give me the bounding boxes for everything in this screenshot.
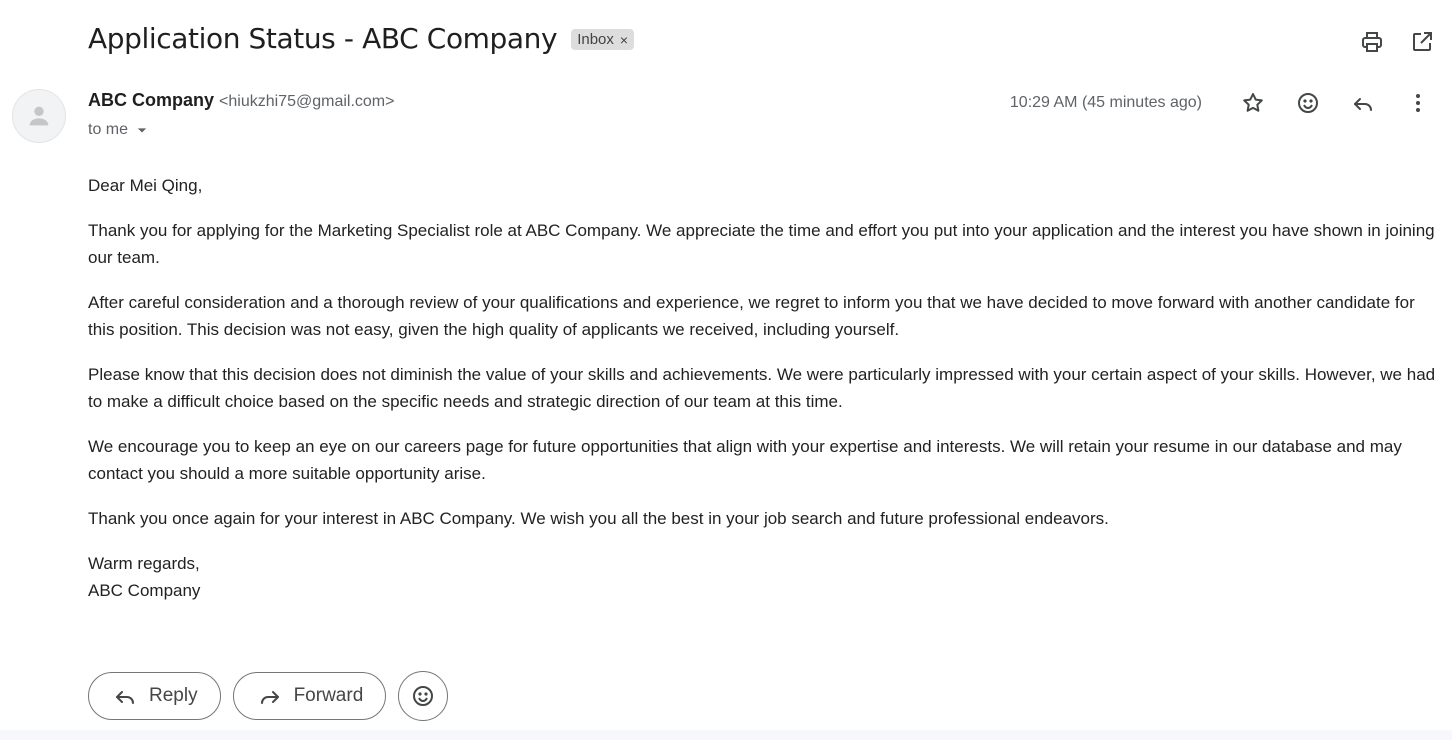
body-greeting: Dear Mei Qing, [88, 176, 203, 195]
bottom-divider [0, 730, 1452, 740]
body-paragraph: After careful consideration and a thorou… [88, 293, 1415, 339]
message-meta: 10:29 AM (45 minutes ago) [1010, 88, 1438, 118]
message-actions: Reply Forward [88, 671, 449, 721]
remove-label-icon[interactable]: × [620, 32, 628, 48]
inbox-label-chip[interactable]: Inbox × [571, 29, 635, 50]
subject-row: Application Status - ABC Company Inbox × [88, 22, 635, 55]
person-icon [29, 106, 49, 126]
body-closing: Warm regards, [88, 554, 200, 573]
body-paragraph: Thank you once again for your interest i… [88, 509, 1109, 528]
forward-button[interactable]: Forward [232, 672, 387, 720]
recipient-details-toggle[interactable]: to me [88, 120, 152, 140]
reply-icon[interactable] [1343, 88, 1383, 118]
email-view: Application Status - ABC Company Inbox × [0, 0, 1452, 740]
open-in-new-window-icon[interactable] [1408, 28, 1436, 56]
reply-icon [116, 691, 134, 704]
email-body: Dear Mei Qing, Thank you for applying fo… [88, 172, 1438, 604]
label-chip-text: Inbox [577, 31, 614, 48]
body-paragraph: We encourage you to keep an eye on our c… [88, 437, 1402, 483]
body-paragraph: Thank you for applying for the Marketing… [88, 221, 1435, 267]
body-paragraph: Please know that this decision does not … [88, 365, 1436, 411]
reply-button-label: Reply [149, 685, 198, 706]
body-signature: ABC Company [88, 581, 201, 600]
emoji-icon [413, 686, 434, 706]
sender-line: ABC Company <hiukzhi75@gmail.com> [88, 90, 394, 111]
emoji-icon[interactable] [1288, 88, 1328, 118]
sender-name[interactable]: ABC Company [88, 90, 214, 110]
thread-toolbar [1358, 28, 1436, 56]
timestamp: 10:29 AM (45 minutes ago) [1009, 94, 1202, 111]
sender-email: <hiukzhi75@gmail.com> [219, 93, 395, 110]
emoji-reaction-button[interactable] [398, 671, 449, 721]
forward-icon [260, 691, 279, 704]
star-icon[interactable] [1233, 88, 1273, 118]
more-vertical-icon[interactable] [1398, 88, 1438, 118]
email-subject: Application Status - ABC Company [88, 22, 558, 55]
reply-button[interactable]: Reply [88, 672, 221, 720]
chevron-down-icon [137, 128, 147, 133]
sender-avatar[interactable] [12, 89, 66, 143]
recipient-text: to me [88, 121, 129, 138]
print-icon[interactable] [1358, 28, 1386, 56]
forward-button-label: Forward [293, 685, 364, 706]
